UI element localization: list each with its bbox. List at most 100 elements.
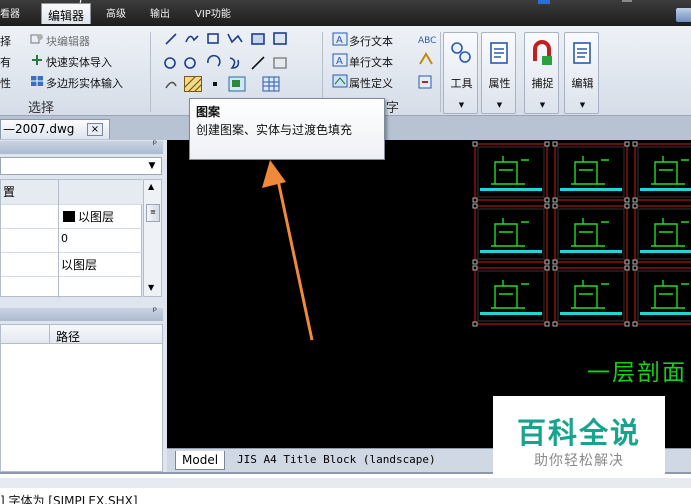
selection-grip — [544, 141, 550, 147]
files-list: 路径 — [0, 324, 163, 472]
selection-combo[interactable]: ▼ — [0, 157, 162, 175]
drawing-sheet-frame — [554, 205, 628, 263]
tooltip-body: 创建图案、实体与过渡色填充 — [196, 123, 353, 137]
attribute-define-button[interactable]: 属性定义 — [349, 75, 393, 91]
drawing-sheet-content — [651, 280, 689, 309]
text-style-icons[interactable]: ABC — [416, 30, 436, 96]
mtext-button[interactable]: 多行文本 — [349, 33, 393, 49]
document-tab[interactable]: —2007.dwg × — [0, 119, 110, 139]
properties-scrollbar[interactable]: ▲ ≡ ▼ — [143, 179, 162, 297]
color-swatch — [63, 211, 75, 222]
selection-grip — [472, 203, 478, 209]
chevron-down-icon[interactable]: ▼ — [145, 159, 159, 173]
tab-editor[interactable]: 编辑器 — [41, 3, 92, 24]
properties-dropdown-caret[interactable]: ▼ — [482, 101, 517, 109]
table-icon[interactable] — [262, 76, 280, 92]
selection-grip — [552, 265, 558, 271]
selection-grip — [472, 259, 478, 265]
polygon-entity-icon — [31, 76, 43, 86]
selection-grip — [552, 197, 558, 203]
scroll-up-icon[interactable]: ▲ — [148, 182, 154, 191]
tab-output[interactable]: 输出 — [150, 5, 170, 20]
select-cut-2: 有 — [0, 56, 11, 69]
tools-icon — [451, 42, 471, 63]
drawing-sheet-frame — [634, 205, 691, 263]
help-icon[interactable] — [676, 8, 691, 22]
drawing-sheet-titlebar — [560, 188, 622, 191]
edit-dropdown-caret[interactable]: ▼ — [565, 101, 600, 109]
properties-grid-header: 置 — [1, 180, 143, 205]
close-icon[interactable]: × — [87, 123, 103, 136]
selection-grip — [632, 265, 638, 271]
selection-grip — [632, 203, 638, 209]
column-header-path[interactable]: 路径 — [51, 328, 80, 345]
edit-button[interactable]: 编辑 ▼ — [564, 32, 599, 114]
watermark-main-text: 百科全说 — [516, 416, 641, 450]
drawing-sheet-content — [651, 218, 689, 247]
drawing-sheet-titlebar — [560, 250, 622, 253]
drawing-sheet-content — [491, 218, 529, 247]
hatch-pattern-icon[interactable] — [184, 76, 202, 92]
single-line-text-button[interactable]: 单行文本 — [349, 54, 393, 70]
drawing-thumbnails — [472, 141, 691, 327]
drawing-sheet-content — [571, 218, 609, 247]
drawing-sheet-titlebar — [480, 312, 542, 315]
selection-grip — [552, 141, 558, 147]
snap-dropdown-caret[interactable]: ▼ — [525, 101, 560, 109]
drawing-sheet-frame — [474, 267, 548, 325]
tab-vip[interactable]: VIP功能 — [195, 5, 231, 20]
image-insert-icon[interactable] — [228, 76, 246, 92]
drawing-sheet-titlebar — [640, 188, 691, 191]
table-row[interactable]: 以图层 — [1, 205, 143, 229]
select-group-label: 选择 — [28, 101, 55, 116]
selection-grip — [544, 259, 550, 265]
tab-viewer[interactable]: 看器 — [0, 5, 20, 20]
point-icon[interactable] — [208, 77, 222, 91]
text-group-label: 字 — [386, 101, 400, 116]
pin-icon[interactable]: ᵖ — [153, 306, 157, 317]
properties-panel-header: ᵖ — [0, 139, 163, 154]
edit-label: 编辑 — [571, 77, 594, 90]
select-cut-3: 性 — [0, 77, 11, 90]
tab-model[interactable]: Model — [175, 451, 226, 470]
svg-text:A: A — [336, 35, 343, 46]
snap-icon — [533, 40, 552, 65]
ribbon-separator — [150, 32, 151, 112]
snap-button[interactable]: 捕捉 ▼ — [524, 32, 559, 114]
block-editor-button[interactable]: 块编辑器 — [46, 33, 90, 49]
selection-grip — [552, 259, 558, 265]
table-row[interactable]: 0 — [1, 229, 143, 253]
snap-label: 捕捉 — [531, 77, 554, 90]
selection-grip — [632, 321, 638, 327]
properties-button[interactable]: 属性 ▼ — [481, 32, 516, 114]
window-control-icon[interactable] — [538, 0, 550, 4]
files-list-header: 路径 — [1, 325, 162, 344]
properties-icon — [490, 42, 508, 64]
tools-dropdown-caret[interactable]: ▼ — [444, 101, 479, 109]
svg-text:ABC: ABC — [418, 36, 436, 46]
tab-layout[interactable]: JIS A4 Title Block (landscape) — [231, 451, 442, 470]
document-tab-label: —2007.dwg — [3, 122, 75, 136]
tools-button[interactable]: 工具 ▼ — [443, 32, 478, 114]
command-line-separator — [0, 478, 691, 488]
selection-grip — [624, 197, 630, 203]
table-row[interactable]: 以图层 — [1, 253, 143, 277]
tab-advanced[interactable]: 高级 — [106, 5, 126, 20]
drawing-sheet-titlebar — [640, 312, 691, 315]
window-minimize-icon[interactable] — [622, 0, 632, 2]
drawing-sheet-content — [571, 156, 609, 185]
mtext-icon: A — [332, 32, 348, 46]
scroll-down-icon[interactable]: ▼ — [148, 283, 154, 292]
tools-label: 工具 — [450, 77, 473, 90]
attribute-define-icon — [332, 74, 348, 88]
drawing-sheet-titlebar — [480, 188, 542, 191]
polygon-entity-input-button[interactable]: 多边形实体输入 — [46, 75, 123, 91]
scroll-thumb[interactable]: ≡ — [146, 204, 160, 222]
section-title-text: 一层剖面 — [587, 360, 687, 386]
selection-grip — [552, 203, 558, 209]
quick-entity-import-button[interactable]: 快速实体导入 — [46, 54, 112, 70]
pin-icon[interactable]: ᵖ — [153, 139, 157, 150]
ribbon-separator — [440, 32, 441, 112]
command-line[interactable]: ] 字体为 [SIMPLEX.SHX] — [0, 472, 691, 504]
linetype-value: 以图层 — [61, 258, 98, 272]
